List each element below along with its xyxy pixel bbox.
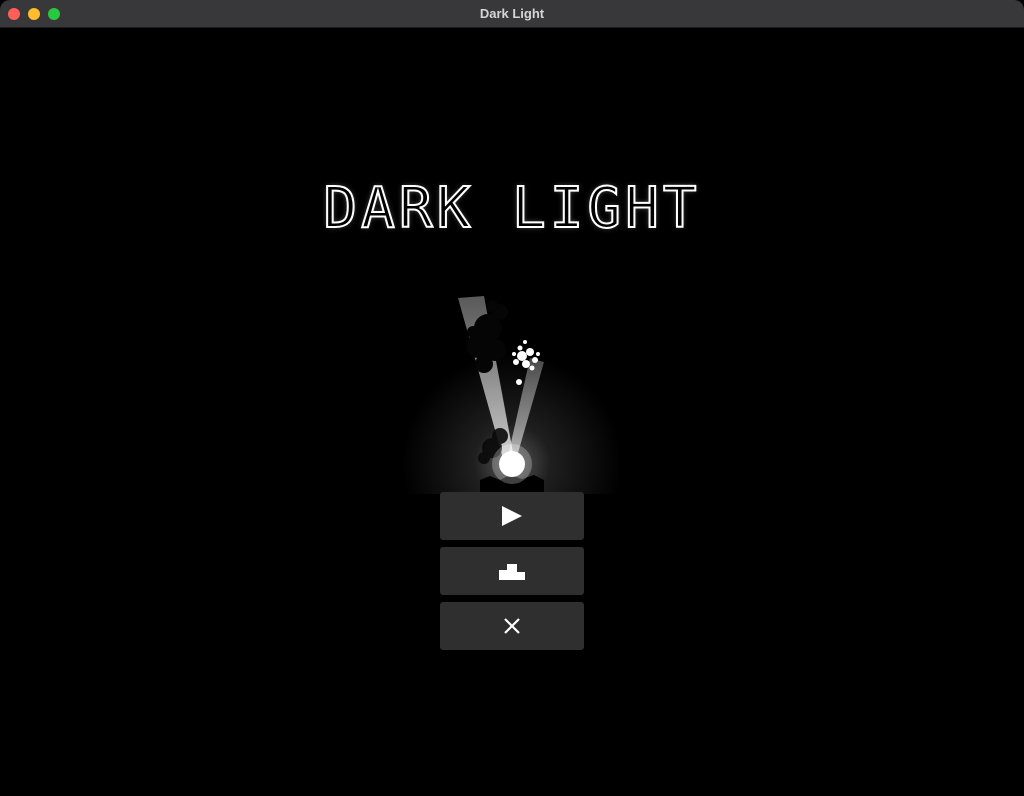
light-orb bbox=[499, 451, 525, 477]
game-title: DARK LIGHT bbox=[322, 175, 701, 242]
play-icon bbox=[502, 506, 522, 526]
quit-button[interactable] bbox=[440, 602, 584, 650]
close-icon bbox=[504, 618, 520, 634]
leaderboard-button[interactable] bbox=[440, 547, 584, 595]
play-button[interactable] bbox=[440, 492, 584, 540]
window-title: Dark Light bbox=[479, 6, 545, 21]
game-canvas[interactable]: DARK LIGHT bbox=[0, 28, 1024, 796]
title-bar[interactable]: Dark Light bbox=[0, 0, 1024, 28]
podium-icon bbox=[499, 564, 525, 580]
app-window: Dark Light DARK LIGHT bbox=[0, 0, 1024, 796]
game-scene-illustration bbox=[402, 296, 622, 494]
